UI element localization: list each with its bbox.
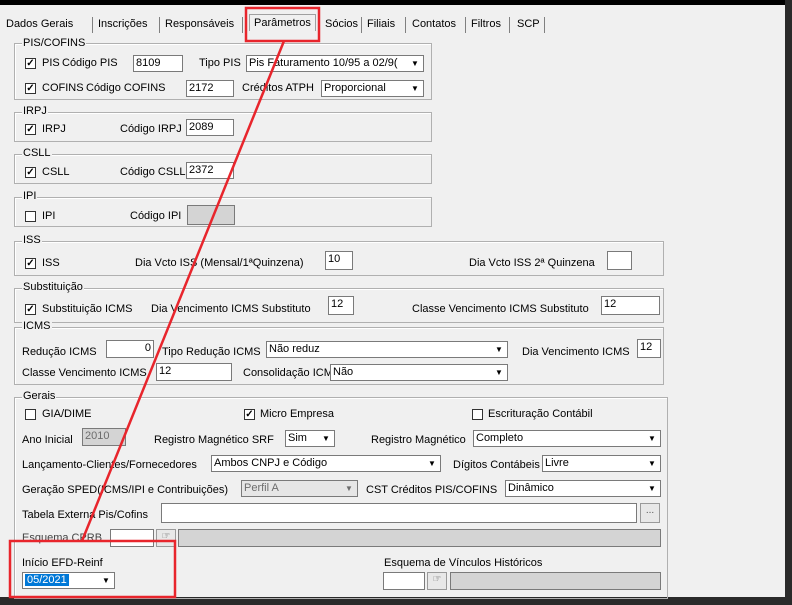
highlight-box-parametros	[244, 6, 321, 43]
red-annotation-overlay	[8, 6, 321, 599]
highlight-box-efd-reinf	[8, 539, 177, 599]
highlight-connector-line	[80, 40, 286, 542]
